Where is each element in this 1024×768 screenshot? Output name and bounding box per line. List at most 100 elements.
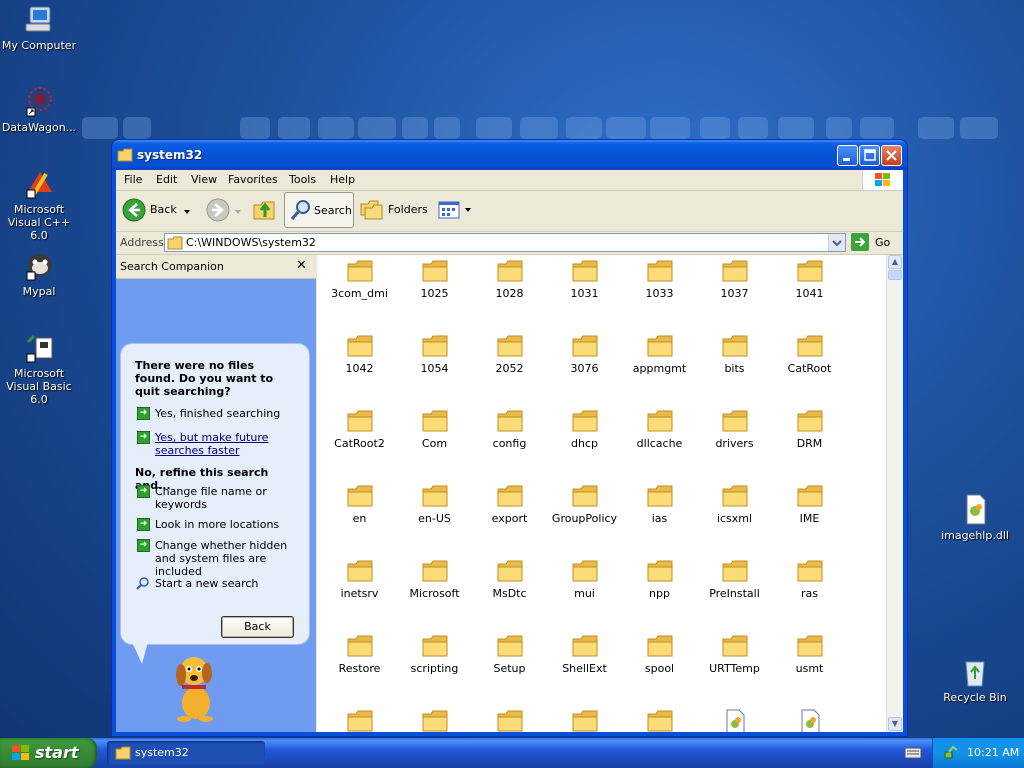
folder-item[interactable]: drivers	[697, 409, 772, 450]
folder-item[interactable]: config	[472, 409, 547, 450]
folder-item[interactable]: 1025	[397, 259, 472, 300]
folder-item[interactable]: npp	[622, 559, 697, 600]
folder-item[interactable]: 3com_dmi	[322, 259, 397, 300]
menu-file[interactable]: File	[124, 173, 142, 186]
folder-item[interactable]: usmt	[772, 634, 847, 675]
search-button[interactable]: Search	[284, 192, 354, 228]
folder-icon	[422, 709, 448, 732]
folder-item[interactable]: 1031	[547, 259, 622, 300]
folder-icon	[647, 334, 673, 357]
taskbar-window-button[interactable]: system32	[107, 741, 265, 765]
menu-tools[interactable]: Tools	[289, 173, 316, 186]
folder-item[interactable]	[622, 709, 697, 732]
back-button[interactable]: Back	[122, 198, 182, 224]
maximize-button[interactable]	[859, 145, 880, 166]
folder-icon	[347, 334, 373, 357]
folder-item[interactable]: 1037	[697, 259, 772, 300]
desktop-icon-mypal[interactable]: Mypal	[0, 250, 80, 298]
folder-item[interactable]: dhcp	[547, 409, 622, 450]
folder-item[interactable]: Microsoft	[397, 559, 472, 600]
change-name-link[interactable]: Change file name or keywords	[155, 485, 275, 511]
folder-item[interactable]	[547, 709, 622, 732]
hidden-files-link[interactable]: Change whether hidden and system files a…	[155, 539, 300, 578]
views-button[interactable]	[438, 200, 472, 222]
scroll-down-button[interactable]: ▼	[888, 717, 902, 731]
file-item[interactable]	[697, 709, 772, 732]
folder-item[interactable]: ShellExt	[547, 634, 622, 675]
desktop-icon-imagehlp[interactable]: imagehlp.dll	[934, 494, 1016, 542]
keyboard-icon[interactable]	[904, 747, 922, 762]
desktop-icon-my-computer[interactable]: My Computer	[0, 4, 80, 52]
new-search-link[interactable]: Start a new search	[155, 577, 295, 590]
companion-back-button[interactable]: Back	[221, 616, 294, 638]
back-dropdown-icon[interactable]	[184, 204, 190, 217]
folder-item[interactable]: 1041	[772, 259, 847, 300]
minimize-button[interactable]	[837, 145, 858, 166]
forward-button[interactable]	[206, 198, 234, 224]
desktop-icon-visual-basic[interactable]: Microsoft Visual Basic 6.0	[0, 332, 80, 406]
go-button[interactable]: Go	[851, 233, 896, 253]
folder-item[interactable]: Setup	[472, 634, 547, 675]
folders-button[interactable]: Folders	[360, 198, 430, 224]
folder-item[interactable]: 1054	[397, 334, 472, 375]
desktop-icon-datawagon[interactable]: DataWagon...	[0, 86, 80, 134]
folder-item[interactable]: IME	[772, 484, 847, 525]
folder-item[interactable]: inetsrv	[322, 559, 397, 600]
desktop-icon-recycle-bin[interactable]: Recycle Bin	[934, 656, 1016, 704]
folder-item[interactable]: 2052	[472, 334, 547, 375]
yes-finished-link[interactable]: Yes, finished searching	[155, 407, 295, 420]
scroll-up-button[interactable]: ▲	[888, 255, 902, 269]
folder-item[interactable]: Com	[397, 409, 472, 450]
vertical-scrollbar[interactable]: ▲ ▼	[886, 255, 903, 732]
folder-item[interactable]: mui	[547, 559, 622, 600]
folder-icon	[647, 409, 673, 432]
folder-item[interactable]: 1028	[472, 259, 547, 300]
address-dropdown-button[interactable]	[828, 234, 845, 251]
folder-item[interactable]: DRM	[772, 409, 847, 450]
folder-item[interactable]: en-US	[397, 484, 472, 525]
close-button[interactable]	[881, 145, 902, 166]
folder-item[interactable]	[397, 709, 472, 732]
folder-item[interactable]: bits	[697, 334, 772, 375]
search-dog-icon[interactable]	[166, 651, 226, 726]
folder-item[interactable]: GroupPolicy	[547, 484, 622, 525]
folder-icon	[117, 148, 133, 165]
folder-item[interactable]: PreInstall	[697, 559, 772, 600]
yes-faster-link[interactable]: Yes, but make future searches faster	[155, 431, 275, 457]
folder-item[interactable]: spool	[622, 634, 697, 675]
menu-help[interactable]: Help	[330, 173, 355, 186]
folder-item[interactable]: ias	[622, 484, 697, 525]
scroll-thumb[interactable]	[888, 270, 902, 280]
folder-item[interactable]: MsDtc	[472, 559, 547, 600]
folder-item[interactable]: appmgmt	[622, 334, 697, 375]
desktop-icon-visual-cpp[interactable]: Microsoft Visual C++ 6.0	[0, 168, 80, 242]
folder-item[interactable]: en	[322, 484, 397, 525]
folder-item[interactable]	[322, 709, 397, 732]
folder-item[interactable]: CatRoot	[772, 334, 847, 375]
folder-item[interactable]: export	[472, 484, 547, 525]
up-folder-button[interactable]	[252, 197, 278, 225]
folder-item[interactable]: dllcache	[622, 409, 697, 450]
folder-item[interactable]: CatRoot2	[322, 409, 397, 450]
close-pane-icon[interactable]: ✕	[296, 258, 307, 273]
folder-item[interactable]: 3076	[547, 334, 622, 375]
address-input[interactable]: C:\WINDOWS\system32	[164, 233, 846, 252]
folder-item[interactable]: icsxml	[697, 484, 772, 525]
more-locations-link[interactable]: Look in more locations	[155, 518, 295, 531]
folder-item[interactable]	[472, 709, 547, 732]
folder-item[interactable]: Restore	[322, 634, 397, 675]
folder-item[interactable]: 1042	[322, 334, 397, 375]
folder-item[interactable]: 1033	[622, 259, 697, 300]
green-arrow-icon: ➜	[137, 407, 150, 420]
menu-favorites[interactable]: Favorites	[228, 173, 278, 186]
folder-item[interactable]: ras	[772, 559, 847, 600]
title-bar[interactable]: system32	[112, 140, 907, 170]
folder-item[interactable]: scripting	[397, 634, 472, 675]
menu-view[interactable]: View	[191, 173, 217, 186]
network-icon[interactable]	[943, 745, 959, 764]
toolbar: Back Search Folders	[116, 191, 903, 232]
menu-edit[interactable]: Edit	[156, 173, 177, 186]
start-button[interactable]: start	[0, 738, 97, 768]
folder-item[interactable]: URTTemp	[697, 634, 772, 675]
file-item[interactable]	[772, 709, 847, 732]
